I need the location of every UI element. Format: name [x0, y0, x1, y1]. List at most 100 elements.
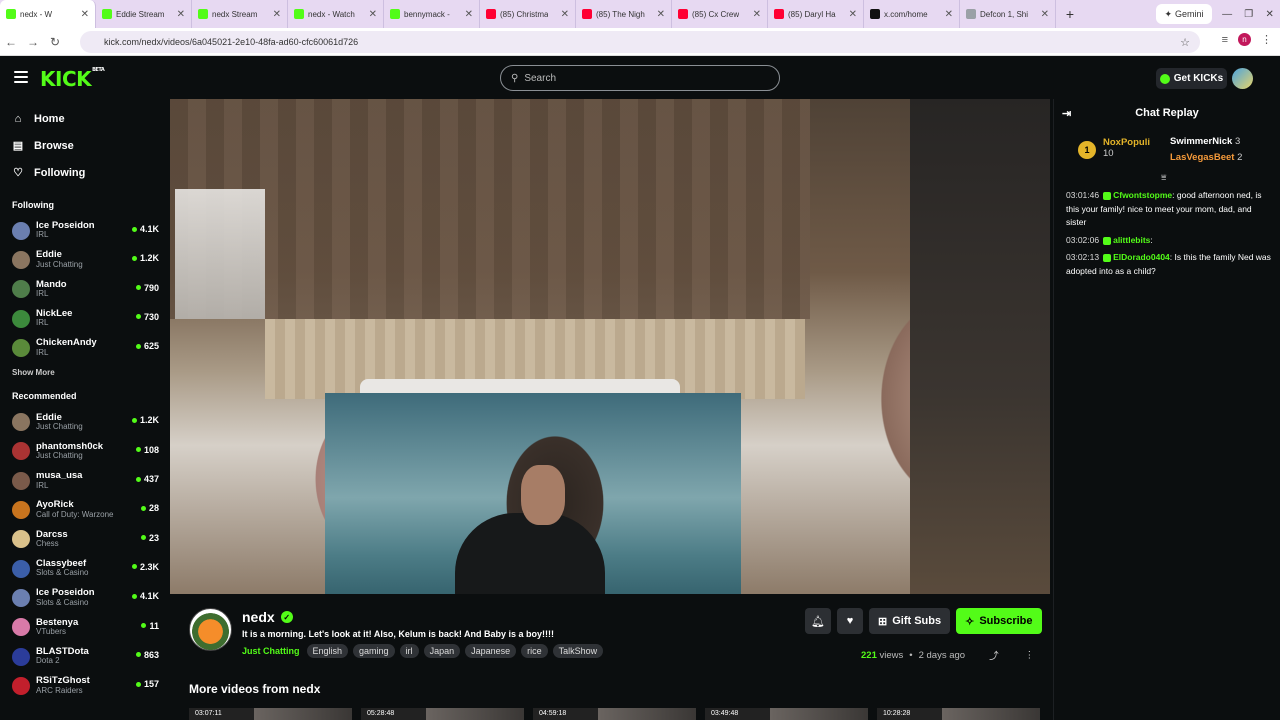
close-window-icon[interactable]: ✕: [1265, 9, 1273, 20]
browser-tab[interactable]: Eddie Stream ✕: [96, 0, 192, 28]
collapse-chat-icon[interactable]: ⇥: [1062, 107, 1071, 120]
sidebar-channel[interactable]: Ice Poseidon Slots & Casino 4.1K: [0, 583, 168, 612]
sidebar-channel[interactable]: Mando IRL 790: [0, 275, 168, 304]
menu-icon[interactable]: [14, 71, 28, 83]
tab-close-icon[interactable]: ✕: [657, 9, 665, 20]
tag-chip[interactable]: Japanese: [465, 644, 517, 658]
tab-close-icon[interactable]: ✕: [465, 9, 473, 20]
url-field[interactable]: kick.com/nedx/videos/6a045021-2e10-48fa-…: [80, 31, 1200, 53]
sidebar-channel[interactable]: Ice Poseidon IRL 4.1K: [0, 216, 168, 245]
sidebar-channel[interactable]: Eddie Just Chatting 1.2K: [0, 245, 168, 274]
new-tab-icon[interactable]: +: [1060, 6, 1080, 22]
streamer-avatar[interactable]: [189, 608, 232, 651]
sidebar-channel[interactable]: Eddie Just Chatting 1.2K: [0, 407, 168, 436]
tab-close-icon[interactable]: ✕: [1041, 9, 1049, 20]
browser-tab[interactable]: bennymack - ✕: [384, 0, 480, 28]
sidebar-channel[interactable]: AyoRick Call of Duty: Warzone 28: [0, 495, 168, 524]
sidebar-channel[interactable]: phantomsh0ck Just Chatting 108: [0, 437, 168, 466]
nav-item-following[interactable]: ♡ Following: [0, 159, 168, 186]
video-thumbnail[interactable]: 03:07:11: [189, 708, 352, 720]
search-icon: ⚲: [511, 72, 519, 84]
back-icon[interactable]: ←: [0, 35, 22, 49]
tab-label: Defcon 1, Shi: [980, 9, 1029, 19]
sidebar-channel[interactable]: BLASTDota Dota 2 863: [0, 642, 168, 671]
bookmark-star-icon[interactable]: ☆: [1180, 36, 1190, 49]
streamer-name[interactable]: nedx ✓: [242, 609, 293, 625]
minimize-icon[interactable]: —: [1222, 9, 1232, 20]
pinned-toggle-icon[interactable]: ⩸: [1161, 172, 1166, 183]
video-player[interactable]: [170, 99, 1050, 594]
channel-avatar: [12, 250, 30, 269]
browser-tab[interactable]: (85) Daryl Ha ✕: [768, 0, 864, 28]
sidebar-channel[interactable]: NickLee IRL 730: [0, 304, 168, 333]
user-avatar[interactable]: [1232, 68, 1253, 89]
tag-chip[interactable]: Japan: [423, 644, 461, 658]
browser-tab[interactable]: nedx Stream ✕: [192, 0, 288, 28]
live-dot-icon: [135, 681, 141, 687]
browser-tab[interactable]: (85) Cx Crew ✕: [672, 0, 768, 28]
tag-chip[interactable]: rice: [521, 644, 548, 658]
sidebar-channel[interactable]: ChickenAndy IRL 625: [0, 333, 168, 362]
video-thumbnail[interactable]: 04:59:18: [533, 708, 696, 720]
tag-chip[interactable]: gaming: [353, 644, 395, 658]
sidebar-channel[interactable]: musa_usa IRL 437: [0, 466, 168, 495]
tab-close-icon[interactable]: ✕: [177, 9, 185, 20]
channel-avatar: [12, 559, 30, 578]
tab-close-icon[interactable]: ✕: [849, 9, 857, 20]
reload-icon[interactable]: ↻: [44, 35, 66, 49]
media-controls-icon[interactable]: ≡: [1222, 34, 1228, 46]
subscribe-button[interactable]: ✧ Subscribe: [956, 608, 1042, 634]
profile-avatar[interactable]: n: [1238, 33, 1251, 46]
tab-close-icon[interactable]: ✕: [81, 9, 89, 20]
video-thumbnail[interactable]: 10:28:28: [877, 708, 1040, 720]
gemini-button[interactable]: ✦ Gemini: [1156, 4, 1212, 24]
browser-tab[interactable]: (85) Christma ✕: [480, 0, 576, 28]
category-link[interactable]: Just Chatting: [242, 646, 300, 656]
browser-tab[interactable]: x.com/home ✕: [864, 0, 960, 28]
channel-avatar: [12, 647, 30, 666]
message-username[interactable]: alittlebits: [1113, 235, 1150, 245]
tag-chip[interactable]: TalkShow: [552, 644, 604, 658]
gift-subs-button[interactable]: ⊞ Gift Subs: [869, 608, 951, 634]
browser-tab[interactable]: Defcon 1, Shi ✕: [960, 0, 1056, 28]
heart-follow-icon[interactable]: ♥: [837, 608, 863, 634]
tab-close-icon[interactable]: ✕: [753, 9, 761, 20]
message-username[interactable]: ElDorado0404: [1113, 252, 1170, 262]
nav-item-home[interactable]: ⌂ Home: [0, 105, 168, 132]
nav-item-browse[interactable]: ▤ Browse: [0, 132, 168, 159]
tab-favicon-icon: [582, 9, 592, 19]
search-input[interactable]: ⚲ Search: [500, 65, 780, 91]
sidebar-channel[interactable]: RSiTzGhost ARC Raiders 157: [0, 671, 168, 700]
sidebar-channel[interactable]: Classybeef Slots & Casino 2.3K: [0, 554, 168, 583]
more-options-icon[interactable]: ⋮: [1025, 650, 1035, 661]
tab-close-icon[interactable]: ✕: [945, 9, 953, 20]
show-more-link[interactable]: Show More: [0, 368, 168, 377]
forward-icon[interactable]: →: [22, 35, 44, 49]
channel-avatar: [12, 280, 30, 299]
gifter-leader[interactable]: LasVegasBeet 2: [1170, 152, 1242, 163]
browser-tab[interactable]: nedx - W ✕: [0, 0, 96, 28]
sidebar-channel[interactable]: Darcss Chess 23: [0, 525, 168, 554]
channel-category: Slots & Casino: [36, 597, 89, 607]
sidebar-channel[interactable]: Bestenya VTubers 11: [0, 613, 168, 642]
tag-chip[interactable]: English: [306, 644, 349, 658]
share-icon[interactable]: ⤴: [989, 648, 999, 662]
video-thumbnail[interactable]: 05:28:48: [361, 708, 524, 720]
maximize-icon[interactable]: ❐: [1244, 9, 1253, 20]
tab-close-icon[interactable]: ✕: [369, 9, 377, 20]
gifter-leader[interactable]: NoxPopuli 10: [1103, 137, 1150, 159]
video-thumbnail[interactable]: 03:49:48: [705, 708, 868, 720]
gifter-leader[interactable]: SwimmerNick 3: [1170, 136, 1240, 147]
tag-chip[interactable]: irl: [399, 644, 419, 658]
channel-category: Dota 2: [36, 656, 60, 666]
get-kicks-button[interactable]: Get KICKs: [1156, 68, 1227, 89]
tab-close-icon[interactable]: ✕: [561, 9, 569, 20]
browser-tab[interactable]: nedx - Watch ✕: [288, 0, 384, 28]
browser-menu-icon[interactable]: ⋮: [1261, 33, 1272, 46]
bell-icon[interactable]: 🔔︎: [805, 608, 831, 634]
more-videos-row: 03:07:11 05:28:48 04:59:18 03:49:48 10:28:28: [189, 708, 1040, 720]
message-username[interactable]: Cfwontstopme: [1113, 190, 1172, 200]
kick-logo[interactable]: KICKBETA: [40, 67, 105, 91]
tab-close-icon[interactable]: ✕: [273, 9, 281, 20]
browser-tab[interactable]: (85) The Nigh ✕: [576, 0, 672, 28]
